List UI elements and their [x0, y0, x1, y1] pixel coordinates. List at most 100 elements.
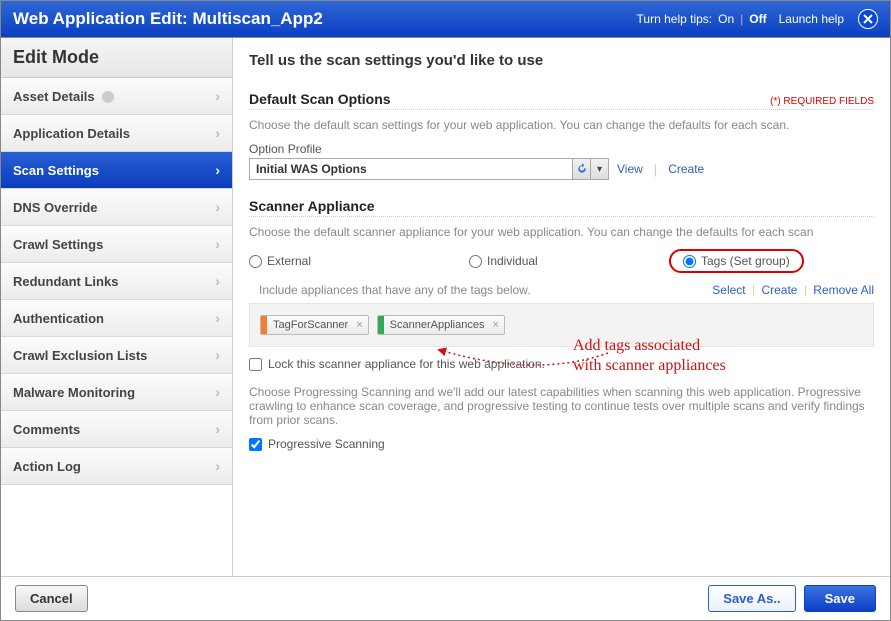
launch-help-link[interactable]: Launch help: [779, 12, 844, 26]
sidebar-item-label: Scan Settings: [13, 163, 99, 178]
select-link[interactable]: Select: [712, 283, 745, 297]
option-profile-row: ▾ View | Create: [249, 158, 874, 180]
tag-chip[interactable]: ScannerAppliances ×: [377, 315, 505, 335]
sidebar-item-label: Redundant Links: [13, 274, 118, 289]
refresh-icon: [576, 163, 588, 175]
radio-tags[interactable]: Tags (Set group): [683, 254, 790, 268]
progressive-help: Choose Progressing Scanning and we'll ad…: [249, 385, 874, 427]
chevron-right-icon: ›: [215, 236, 220, 252]
sidebar-item-label: Authentication: [13, 311, 104, 326]
sidebar-item-action-log[interactable]: Action Log ›: [1, 448, 232, 485]
progressive-scanning-input[interactable]: [249, 438, 262, 451]
main-panel: Tell us the scan settings you'd like to …: [233, 38, 890, 576]
tag-label: ScannerAppliances: [384, 316, 491, 334]
section-title-text: Default Scan Options: [249, 91, 391, 107]
view-link[interactable]: View: [617, 162, 643, 176]
footer: Cancel Save As.. Save: [1, 576, 890, 620]
titlebar-controls: Turn help tips: On | Off Launch help: [637, 9, 878, 29]
chevron-right-icon: ›: [215, 273, 220, 289]
sidebar-item-crawl-exclusion-lists[interactable]: Crawl Exclusion Lists ›: [1, 337, 232, 374]
chevron-right-icon: ›: [215, 199, 220, 215]
default-scan-help: Choose the default scan settings for you…: [249, 118, 874, 132]
footer-right: Save As.. Save: [708, 585, 876, 612]
radio-tags-input[interactable]: [683, 255, 696, 268]
create-link[interactable]: Create: [668, 162, 704, 176]
scanner-appliance-help: Choose the default scanner appliance for…: [249, 225, 874, 239]
chevron-right-icon: ›: [215, 421, 220, 437]
chevron-right-icon: ›: [215, 88, 220, 104]
sidebar-item-label: Action Log: [13, 459, 81, 474]
chevron-right-icon: ›: [215, 310, 220, 326]
progressive-scanning-label: Progressive Scanning: [268, 437, 385, 451]
appliance-radio-row: External Individual Tags (Set group): [249, 249, 874, 273]
separator: |: [740, 12, 743, 26]
separator: |: [654, 162, 657, 177]
required-note: (*) REQUIRED FIELDS: [770, 96, 874, 107]
progressive-scanning-checkbox[interactable]: Progressive Scanning: [249, 437, 874, 451]
dropdown-button[interactable]: ▾: [590, 159, 608, 179]
help-tips-on[interactable]: On: [718, 12, 734, 26]
sidebar-item-scan-settings[interactable]: Scan Settings ›: [1, 152, 232, 189]
radio-external[interactable]: External: [249, 254, 469, 268]
sidebar: Edit Mode Asset Details › Application De…: [1, 38, 233, 576]
page-title: Tell us the scan settings you'd like to …: [249, 52, 874, 69]
sidebar-item-authentication[interactable]: Authentication ›: [1, 300, 232, 337]
cancel-button[interactable]: Cancel: [15, 585, 88, 612]
annotation-highlight: Tags (Set group): [669, 249, 804, 273]
sidebar-item-comments[interactable]: Comments ›: [1, 411, 232, 448]
tag-chip[interactable]: TagForScanner ×: [260, 315, 369, 335]
section-default-scan-title: Default Scan Options (*) REQUIRED FIELDS: [249, 91, 874, 110]
chevron-right-icon: ›: [215, 162, 220, 178]
radio-label: External: [267, 254, 311, 268]
sidebar-item-redundant-links[interactable]: Redundant Links ›: [1, 263, 232, 300]
close-button[interactable]: [858, 9, 878, 29]
radio-label: Individual: [487, 254, 538, 268]
create-tag-link[interactable]: Create: [761, 283, 797, 297]
window-title: Web Application Edit: Multiscan_App2: [13, 9, 323, 29]
help-tips-off[interactable]: Off: [749, 12, 766, 26]
body: Edit Mode Asset Details › Application De…: [1, 38, 890, 576]
sidebar-item-label: Crawl Exclusion Lists: [13, 348, 147, 363]
radio-label: Tags (Set group): [701, 254, 790, 268]
sidebar-item-label: Comments: [13, 422, 80, 437]
lock-appliance-label: Lock this scanner appliance for this web…: [268, 357, 545, 371]
sidebar-item-dns-override[interactable]: DNS Override ›: [1, 189, 232, 226]
sidebar-item-label: Malware Monitoring: [13, 385, 135, 400]
save-button[interactable]: Save: [804, 585, 876, 612]
tag-include-label: Include appliances that have any of the …: [259, 283, 531, 297]
sidebar-item-crawl-settings[interactable]: Crawl Settings ›: [1, 226, 232, 263]
tag-subrow: Include appliances that have any of the …: [259, 283, 874, 297]
option-profile-combo[interactable]: ▾: [249, 158, 609, 180]
chevron-right-icon: ›: [215, 347, 220, 363]
section-scanner-appliance-title: Scanner Appliance: [249, 198, 874, 217]
window: Web Application Edit: Multiscan_App2 Tur…: [0, 0, 891, 621]
sidebar-item-application-details[interactable]: Application Details ›: [1, 115, 232, 152]
globe-icon: [102, 91, 114, 103]
radio-individual-input[interactable]: [469, 255, 482, 268]
save-as-button[interactable]: Save As..: [708, 585, 795, 612]
radio-individual[interactable]: Individual: [469, 254, 669, 268]
lock-appliance-checkbox[interactable]: Lock this scanner appliance for this web…: [249, 357, 874, 371]
sidebar-item-label: Crawl Settings: [13, 237, 103, 252]
sidebar-item-malware-monitoring[interactable]: Malware Monitoring ›: [1, 374, 232, 411]
radio-external-input[interactable]: [249, 255, 262, 268]
tag-label: TagForScanner: [267, 316, 354, 334]
close-icon: [863, 14, 873, 24]
refresh-button[interactable]: [572, 159, 590, 179]
tag-remove-icon[interactable]: ×: [354, 319, 367, 331]
chevron-right-icon: ›: [215, 384, 220, 400]
sidebar-item-label: Asset Details: [13, 89, 95, 104]
sidebar-item-asset-details[interactable]: Asset Details ›: [1, 78, 232, 115]
option-profile-label: Option Profile: [249, 142, 874, 156]
chevron-right-icon: ›: [215, 458, 220, 474]
tag-remove-icon[interactable]: ×: [490, 319, 503, 331]
lock-appliance-input[interactable]: [249, 358, 262, 371]
tags-box: TagForScanner × ScannerAppliances ×: [249, 303, 874, 347]
tag-actions: Select | Create | Remove All: [712, 283, 874, 297]
help-tips-label: Turn help tips:: [637, 12, 713, 26]
titlebar: Web Application Edit: Multiscan_App2 Tur…: [1, 1, 890, 38]
option-profile-input[interactable]: [250, 159, 572, 179]
remove-all-link[interactable]: Remove All: [813, 283, 874, 297]
chevron-down-icon: ▾: [597, 164, 602, 175]
sidebar-heading: Edit Mode: [1, 38, 232, 78]
